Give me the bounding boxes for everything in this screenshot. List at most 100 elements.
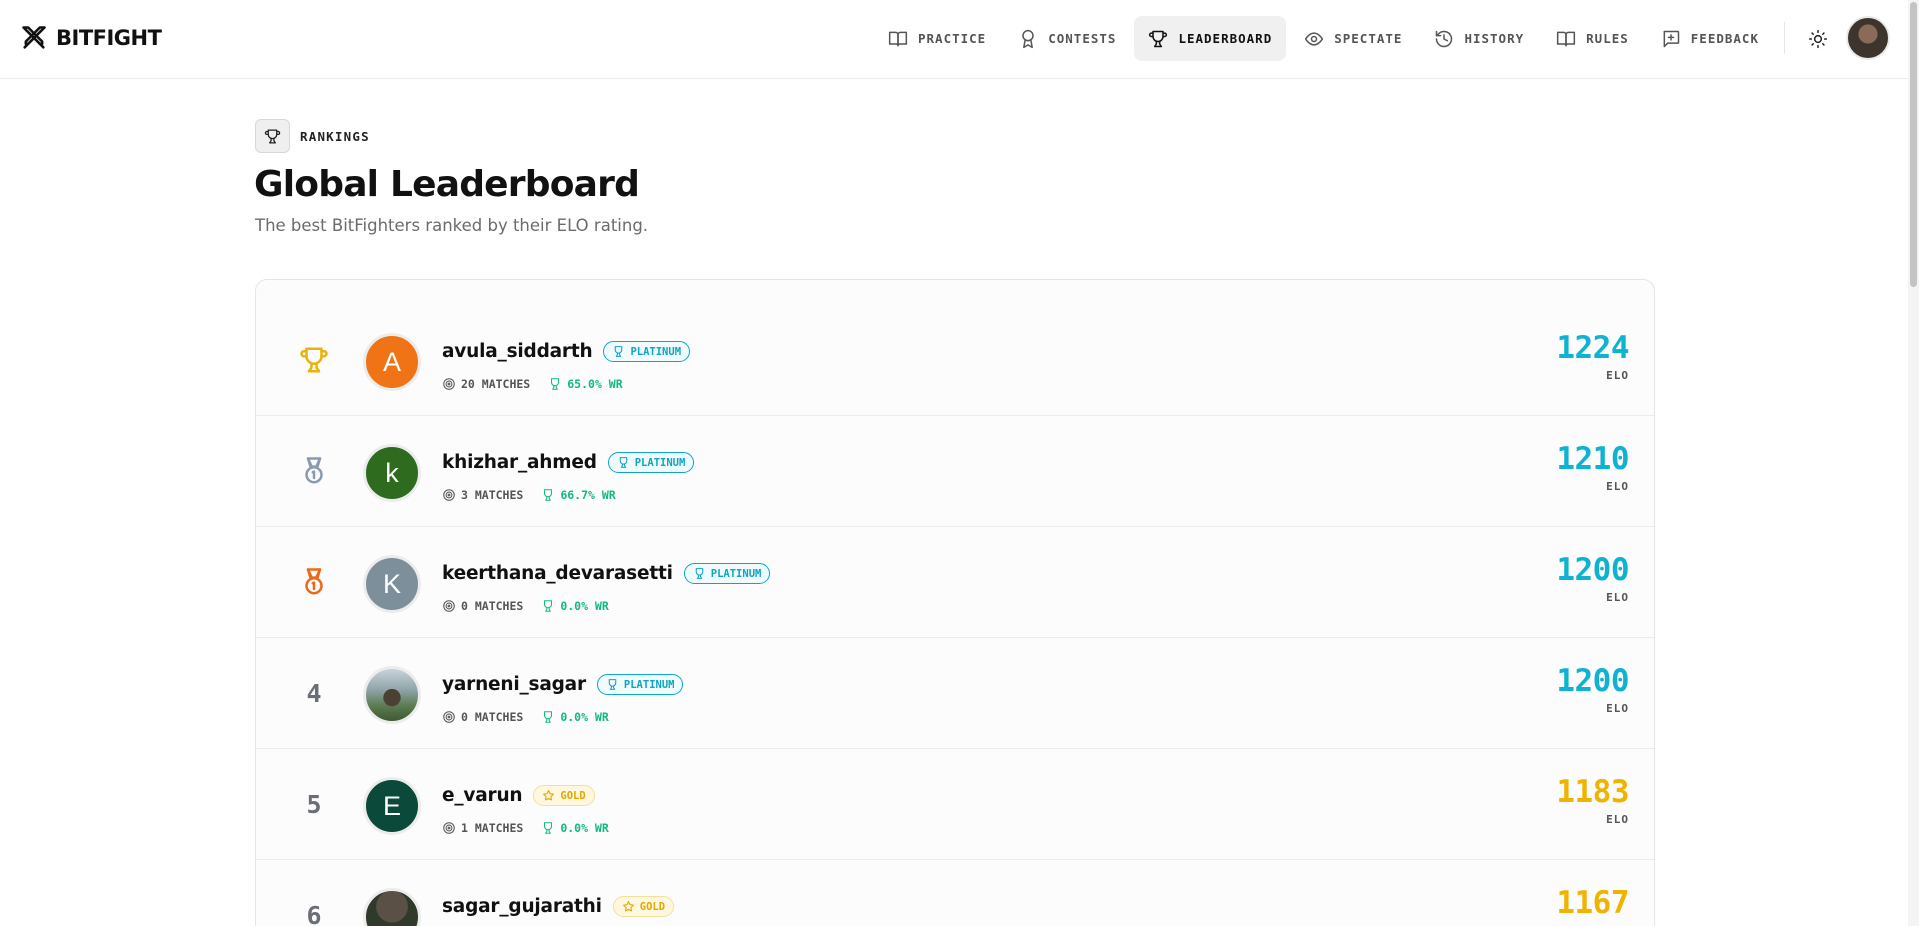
leaderboard-row[interactable]: 5 E e_varun GOLD 1 MATCHES 0.0% WR 1183 … — [256, 749, 1654, 860]
matches-count: 20 MATCHES — [461, 377, 531, 391]
player-stats: 1 MATCHES 0.0% WR — [442, 821, 609, 835]
win-rate: 0.0% WR — [560, 821, 609, 835]
elo-value: 1200 — [1556, 552, 1629, 588]
elo-block: 1210 ELO — [1556, 444, 1629, 494]
avatar: E — [363, 777, 421, 835]
leaderboard-row[interactable]: k khizhar_ahmed PLATINUM 3 MATCHES 66.7%… — [256, 416, 1654, 527]
leaderboard-card: A avula_siddarth PLATINUM 20 MATCHES 65.… — [255, 279, 1655, 926]
page-scrollbar[interactable] — [1908, 0, 1919, 926]
player-name-group: avula_siddarth PLATINUM — [442, 341, 691, 362]
trophy-icon — [608, 679, 617, 690]
theme-toggle-button[interactable] — [1805, 26, 1831, 52]
rankings-label: RANKINGS — [300, 128, 370, 144]
winrate-stat: 0.0% WR — [541, 710, 609, 724]
trophy-icon — [264, 128, 281, 144]
tier-label: GOLD — [639, 900, 666, 913]
tier-label: PLATINUM — [634, 456, 686, 469]
player-stats: 0 MATCHES 0.0% WR — [442, 599, 609, 613]
tier-badge: PLATINUM — [596, 674, 684, 695]
message-plus-icon — [1663, 30, 1680, 47]
target-icon — [443, 378, 455, 390]
rank-slot: 6 — [282, 860, 346, 926]
player-username[interactable]: avula_siddarth — [442, 341, 593, 362]
target-icon — [443, 822, 455, 834]
nav-divider — [1784, 22, 1785, 54]
matches-count: 1 MATCHES — [461, 821, 524, 835]
player-name-group: e_varun GOLD — [442, 785, 595, 806]
trophy-icon — [544, 822, 553, 834]
elo-label: ELO — [1606, 813, 1629, 826]
player-username[interactable]: keerthana_devarasetti — [442, 563, 673, 584]
tier-label: PLATINUM — [630, 345, 682, 358]
nav-label: LEADERBOARD — [1178, 31, 1273, 46]
rank-slot: 4 — [282, 638, 346, 748]
scrollbar-thumb[interactable] — [1910, 2, 1917, 287]
player-username[interactable]: khizhar_ahmed — [442, 452, 597, 473]
nav-spectate[interactable]: SPECTATE — [1290, 16, 1416, 61]
avatar: K — [363, 555, 421, 613]
trophy-icon — [300, 347, 328, 373]
elo-value: 1183 — [1556, 774, 1629, 810]
elo-block: 1167 — [1556, 888, 1629, 919]
trophy-icon — [544, 600, 553, 612]
matches-stat: 3 MATCHES — [442, 488, 523, 502]
leaderboard-row[interactable]: A avula_siddarth PLATINUM 20 MATCHES 65.… — [256, 305, 1654, 416]
elo-block: 1224 ELO — [1556, 330, 1629, 383]
leaderboard-row[interactable]: 6 sagar_gujarathi GOLD 1167 — [256, 860, 1654, 926]
player-username[interactable]: e_varun — [442, 785, 523, 806]
nav-label: CONTESTS — [1048, 31, 1117, 46]
elo-label: ELO — [1606, 480, 1629, 493]
matches-count: 0 MATCHES — [461, 710, 524, 724]
tier-badge: PLATINUM — [603, 341, 691, 362]
player-username[interactable]: sagar_gujarathi — [442, 896, 602, 917]
nav-leaderboard[interactable]: LEADERBOARD — [1134, 16, 1287, 61]
medal-bronze-icon — [305, 568, 323, 595]
tier-badge: GOLD — [533, 785, 595, 806]
player-name-group: sagar_gujarathi GOLD — [442, 896, 675, 917]
trophy-icon — [544, 711, 553, 723]
player-username[interactable]: yarneni_sagar — [442, 674, 586, 695]
nav-label: HISTORY — [1464, 31, 1525, 46]
book-open-icon — [1557, 31, 1576, 46]
app-name: BITFIGHT — [56, 26, 162, 50]
rank-slot — [282, 416, 346, 526]
target-icon — [443, 711, 455, 723]
nav-practice[interactable]: PRACTICE — [874, 16, 1000, 61]
nav-contests[interactable]: CONTESTS — [1004, 16, 1130, 61]
win-rate: 0.0% WR — [560, 599, 609, 613]
avatar — [363, 666, 421, 724]
page-title: Global Leaderboard — [254, 164, 640, 205]
nav-label: PRACTICE — [918, 31, 987, 46]
rank-number: 6 — [306, 900, 322, 926]
leaderboard-row[interactable]: K keerthana_devarasetti PLATINUM 0 MATCH… — [256, 527, 1654, 638]
star-icon — [543, 790, 555, 801]
nav-feedback[interactable]: FEEDBACK — [1647, 16, 1773, 61]
crossed-swords-icon — [22, 26, 46, 49]
trophy-icon — [1149, 30, 1168, 47]
tier-badge: GOLD — [612, 896, 675, 917]
trophy-icon — [544, 489, 553, 501]
matches-stat: 0 MATCHES — [442, 710, 523, 724]
rank-slot — [282, 527, 346, 637]
tier-label: PLATINUM — [623, 678, 675, 691]
nav-label: SPECTATE — [1334, 31, 1403, 46]
matches-stat: 20 MATCHES — [442, 377, 530, 391]
avatar: k — [363, 444, 421, 502]
tier-label: GOLD — [560, 789, 586, 802]
elo-value: 1224 — [1556, 330, 1629, 366]
award-icon — [1022, 29, 1034, 48]
trophy-icon — [551, 378, 560, 390]
book-icon — [888, 31, 908, 46]
trophy-icon — [615, 346, 623, 357]
player-stats: 0 MATCHES 0.0% WR — [442, 710, 609, 724]
user-avatar[interactable] — [1846, 16, 1890, 60]
leaderboard-row[interactable]: 4 yarneni_sagar PLATINUM 0 MATCHES 0.0% … — [256, 638, 1654, 749]
matches-count: 3 MATCHES — [461, 488, 524, 502]
bitfight-logo[interactable]: BITFIGHT — [20, 24, 162, 52]
nav-rules[interactable]: RULES — [1542, 16, 1643, 61]
nav-label: RULES — [1586, 31, 1629, 46]
rank-number: 4 — [306, 678, 322, 708]
matches-stat: 1 MATCHES — [442, 821, 523, 835]
main-nav: PRACTICE CONTESTS LEADERBOARD SPECTATE H… — [874, 16, 1773, 61]
nav-history[interactable]: HISTORY — [1420, 16, 1538, 61]
